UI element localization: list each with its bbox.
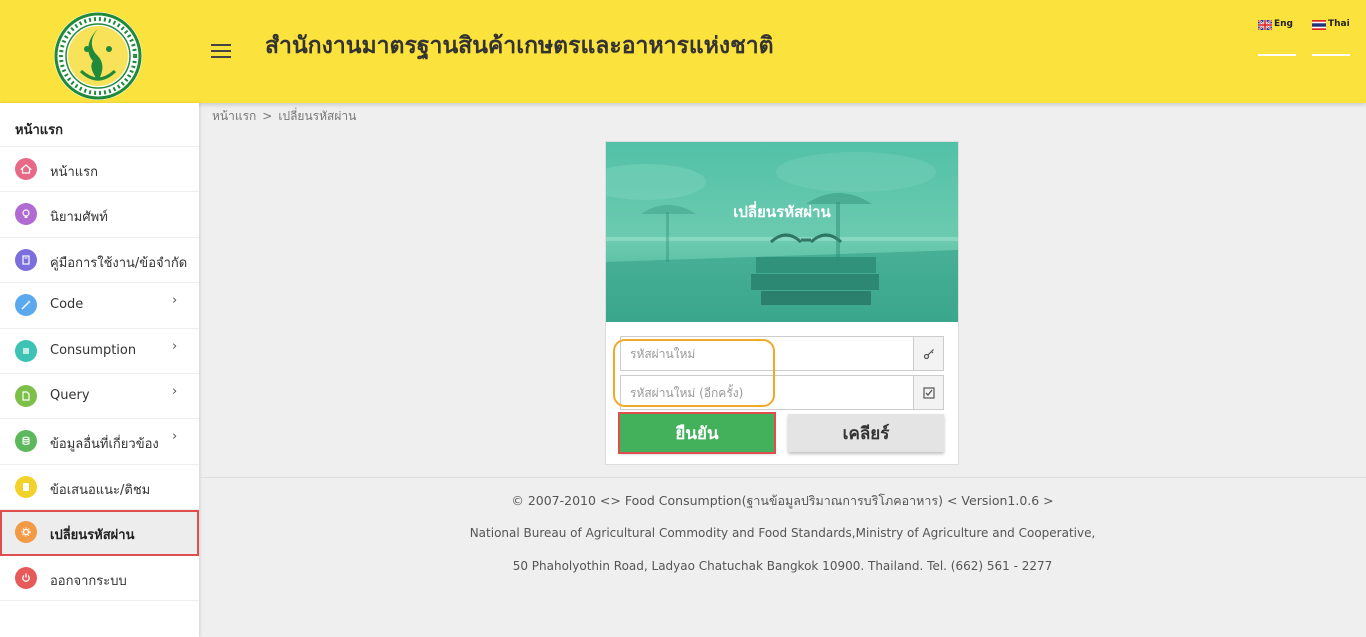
card-hero-image: เปลี่ยนรหัสผ่าน <box>606 142 958 322</box>
sidebar-item-label: ออกจากระบบ <box>50 573 127 589</box>
footer-address: 50 Phaholyothin Road, Ladyao Chatuchak B… <box>512 559 1053 573</box>
thai-flag-icon <box>1312 20 1326 30</box>
sidebar-item[interactable]: ข้อมูลอื่นที่เกี่ยวข้อง › <box>0 419 199 465</box>
hero-illustration <box>606 142 958 322</box>
sidebar-item[interactable]: คู่มือการใช้งาน/ข้อจำกัด <box>0 238 199 284</box>
confirm-password-field <box>620 375 944 410</box>
lang-underline <box>1258 54 1296 56</box>
home-icon <box>15 158 37 180</box>
sidebar-item-label: Consumption <box>50 342 137 358</box>
power-icon <box>15 566 37 589</box>
new-password-input[interactable] <box>621 337 914 370</box>
acfs-logo <box>49 11 147 101</box>
lang-underline <box>1312 54 1350 56</box>
menu-toggle-icon[interactable] <box>211 44 231 58</box>
breadcrumb-current: เปลี่ยนรหัสผ่าน <box>278 109 357 123</box>
footer-organization: National Bureau of Agricultural Commodit… <box>469 526 1096 540</box>
sidebar-item-label: นิยามศัพท์ <box>50 210 108 226</box>
sidebar-item[interactable]: Code › <box>0 283 199 329</box>
gear-icon <box>15 521 37 544</box>
sidebar-heading: หน้าแรก <box>0 103 199 147</box>
list-icon <box>15 339 37 362</box>
sidebar-item[interactable]: หน้าแรก <box>0 147 199 193</box>
lang-eng-button[interactable]: Eng <box>1258 19 1296 60</box>
uk-flag-icon <box>1258 20 1272 30</box>
site-title: สำนักงานมาตรฐานสินค้าเกษตรและอาหารแห่งชา… <box>265 33 774 59</box>
sidebar-item-label: คู่มือการใช้งาน/ข้อจำกัด <box>50 255 188 271</box>
bulb-icon <box>15 203 37 226</box>
sidebar-item[interactable]: เปลี่ยนรหัสผ่าน <box>0 510 199 556</box>
sidebar-item[interactable]: Consumption › <box>0 329 199 374</box>
wand-icon <box>15 294 37 317</box>
footer-copyright: © 2007-2010 <> Food Consumption(ฐานข้อมู… <box>511 493 1054 508</box>
chevron-right-icon: › <box>172 293 178 309</box>
sidebar-nav: หน้าแรกนิยามศัพท์คู่มือการใช้งาน/ข้อจำกั… <box>0 147 199 601</box>
sidebar-item[interactable]: ข้อเสนอแนะ/ติชม <box>0 465 199 511</box>
sidebar-item[interactable]: ออกจากระบบ <box>0 556 199 601</box>
lang-thai-button[interactable]: Thai <box>1312 19 1350 60</box>
chevron-right-icon: › <box>172 383 178 399</box>
breadcrumb-home[interactable]: หน้าแรก <box>212 109 256 123</box>
sidebar-item-label: Code <box>50 297 84 313</box>
chevron-right-icon: › <box>172 338 178 354</box>
sidebar: หน้าแรก หน้าแรกนิยามศัพท์คู่มือการใช้งาน… <box>0 103 199 637</box>
key-icon <box>913 337 943 370</box>
sidebar-item[interactable]: Query › <box>0 374 199 420</box>
breadcrumb: หน้าแรก > เปลี่ยนรหัสผ่าน <box>212 107 356 126</box>
clear-button[interactable]: เคลียร์ <box>788 414 944 452</box>
sidebar-item[interactable]: นิยามศัพท์ <box>0 192 199 238</box>
lang-eng-label: Eng <box>1274 19 1293 29</box>
chevron-right-icon: › <box>172 429 178 445</box>
database-icon <box>15 430 37 453</box>
change-password-card: เปลี่ยนรหัสผ่าน ยืนยัน เคลียร์ <box>605 141 959 465</box>
lang-thai-label: Thai <box>1328 19 1350 29</box>
top-header: สำนักงานมาตรฐานสินค้าเกษตรและอาหารแห่งชา… <box>0 0 1366 103</box>
sidebar-item-label: Query <box>50 387 90 403</box>
confirm-button[interactable]: ยืนยัน <box>618 412 776 454</box>
book-icon <box>15 248 37 271</box>
breadcrumb-separator: > <box>262 109 273 123</box>
document-icon <box>15 384 37 407</box>
sidebar-item-label: ข้อมูลอื่นที่เกี่ยวข้อง <box>50 437 159 453</box>
form-title: เปลี่ยนรหัสผ่าน <box>733 203 831 221</box>
checkbox-icon <box>913 376 943 409</box>
footer-divider <box>199 477 1366 478</box>
new-password-field <box>620 336 944 371</box>
sidebar-item-label: หน้าแรก <box>50 165 98 180</box>
note-icon <box>15 475 37 498</box>
confirm-password-input[interactable] <box>621 376 914 409</box>
sidebar-item-label: เปลี่ยนรหัสผ่าน <box>50 528 135 544</box>
sidebar-item-label: ข้อเสนอแนะ/ติชม <box>50 482 151 498</box>
